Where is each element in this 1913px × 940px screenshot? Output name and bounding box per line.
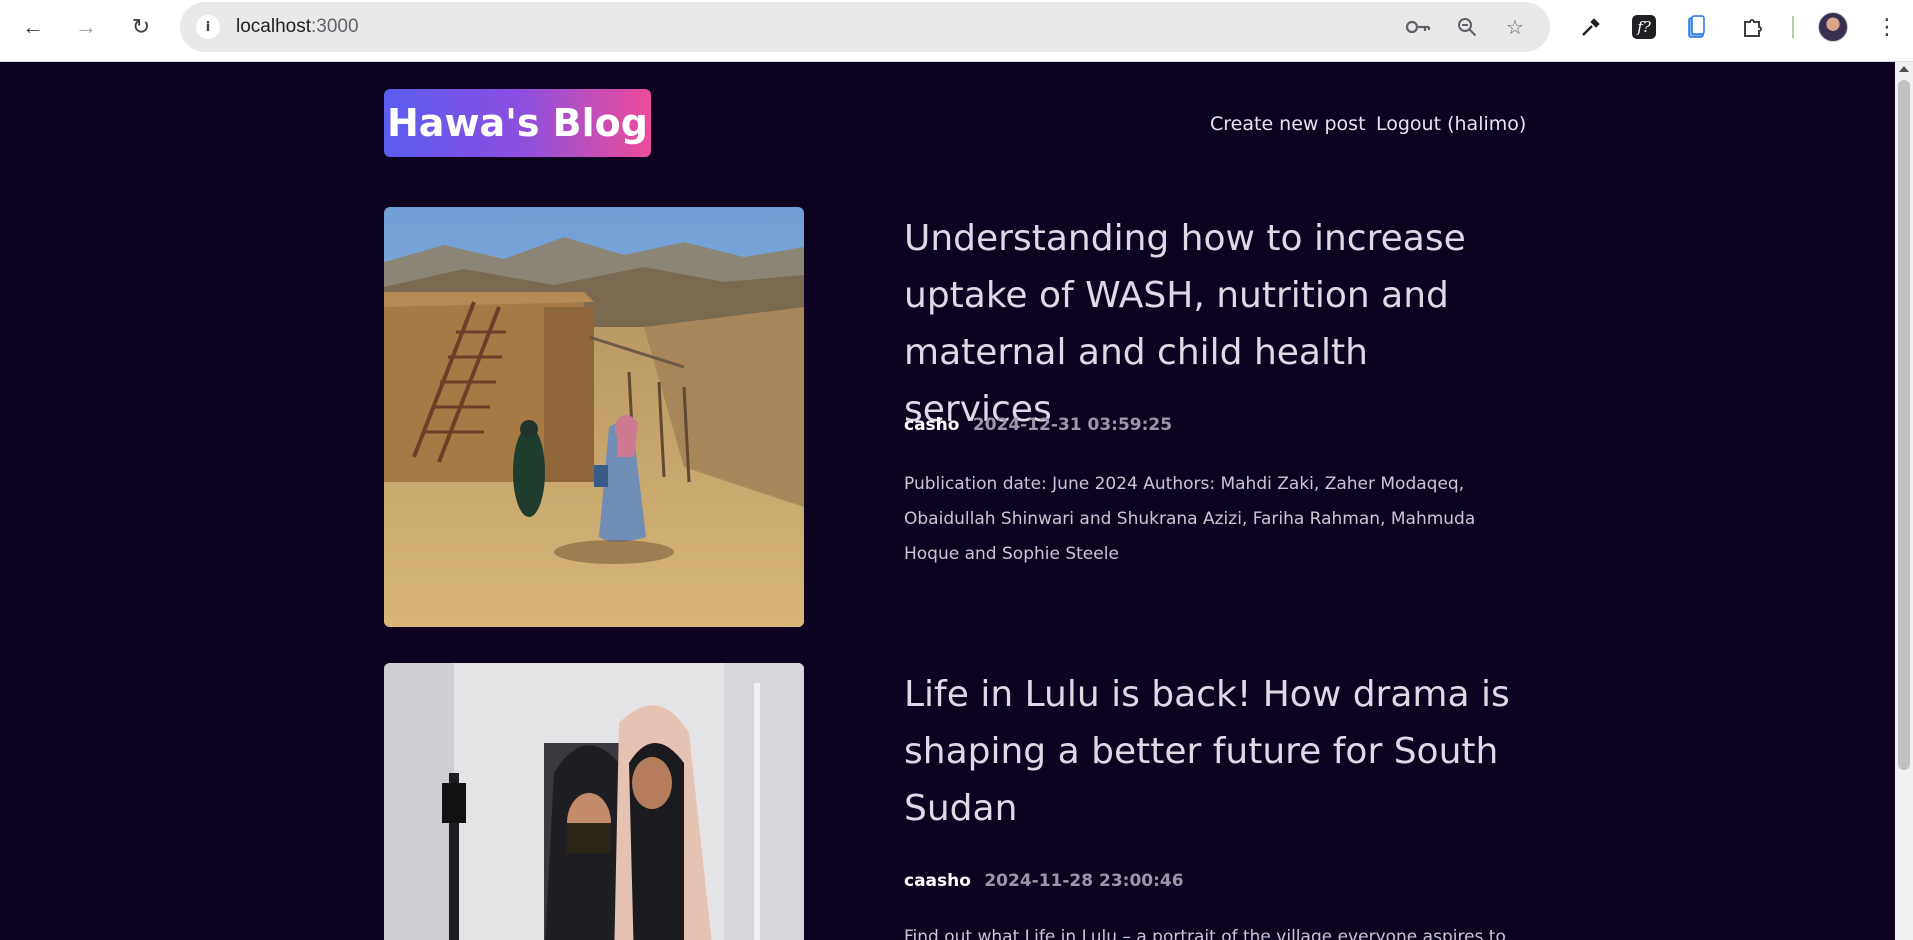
create-post-link[interactable]: Create new post — [1210, 113, 1366, 135]
post-author: caasho — [904, 871, 971, 891]
village-photo — [384, 207, 804, 627]
page-content: Hawa's Blog Create new post Logout (hali… — [0, 62, 1895, 940]
url-text[interactable]: localhost:3000 — [236, 16, 359, 38]
post-summary: Find out what Life in Lulu – a portrait … — [904, 927, 1506, 940]
address-bar[interactable]: i localhost:3000 ☆ — [180, 2, 1550, 52]
page-scrollbar[interactable] — [1895, 62, 1913, 940]
eyedropper-icon[interactable] — [1576, 12, 1606, 42]
post-meta: caasho 2024-11-28 23:00:46 — [904, 871, 1184, 891]
back-icon[interactable]: ← — [18, 12, 48, 42]
forward-icon[interactable]: → — [71, 12, 101, 42]
post-image[interactable] — [384, 207, 804, 627]
bookmark-star-icon[interactable]: ☆ — [1502, 14, 1528, 40]
post-summary: Publication date: June 2024 Authors: Mah… — [904, 474, 1476, 564]
document-icon[interactable] — [1682, 12, 1712, 42]
site-logo[interactable]: Hawa's Blog — [384, 89, 651, 157]
reload-icon[interactable]: ↻ — [126, 12, 156, 42]
post-title[interactable]: Understanding how to increase uptake of … — [904, 210, 1524, 438]
toolbar-separator — [1792, 16, 1794, 38]
function-icon[interactable]: f? — [1629, 12, 1659, 42]
site-info-icon[interactable]: i — [196, 15, 220, 39]
post-date: 2024-12-31 03:59:25 — [972, 415, 1173, 435]
zoom-icon[interactable] — [1454, 14, 1480, 40]
drama-photo — [384, 663, 804, 940]
post-author: casho — [904, 415, 960, 435]
profile-avatar[interactable] — [1818, 12, 1848, 42]
menu-kebab-icon[interactable]: ⋮ — [1872, 12, 1902, 42]
key-icon[interactable] — [1405, 14, 1431, 40]
post-image[interactable] — [384, 663, 804, 940]
post-meta: casho 2024-12-31 03:59:25 — [904, 415, 1172, 435]
post-date: 2024-11-28 23:00:46 — [984, 871, 1184, 891]
extensions-puzzle-icon[interactable] — [1738, 12, 1768, 42]
logout-link[interactable]: Logout (halimo) — [1376, 113, 1526, 135]
post-title[interactable]: Life in Lulu is back! How drama is shapi… — [904, 666, 1524, 837]
browser-toolbar: ← → ↻ i localhost:3000 ☆ f? ⋮ — [0, 0, 1913, 62]
scroll-up-arrow-icon[interactable] — [1899, 66, 1909, 72]
scroll-thumb[interactable] — [1898, 80, 1910, 770]
